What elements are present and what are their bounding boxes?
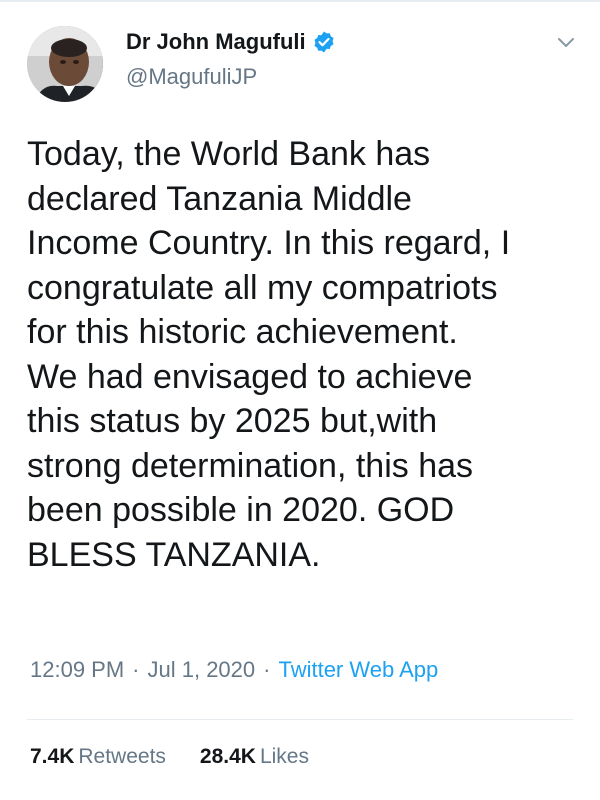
author-handle[interactable]: @MagufuliJP [126,64,336,90]
meta-separator: · [132,657,140,682]
meta-separator: · [263,657,271,682]
verified-badge-icon [312,30,336,54]
tweet-date[interactable]: Jul 1, 2020 [148,657,256,683]
likes-label: Likes [259,745,309,768]
likes-stat[interactable]: 28.4K Likes [200,745,309,769]
retweets-stat[interactable]: 7.4K Retweets [30,745,166,769]
author-name[interactable]: Dr John Magufuli [126,29,306,55]
tweet-source-link[interactable]: Twitter Web App [278,657,438,683]
retweets-count: 7.4K [30,745,75,768]
chevron-down-icon[interactable] [554,30,578,54]
tweet-text: Today, the World Bank has declared Tanza… [27,135,511,574]
tweet-stats: 7.4K Retweets 28.4K Likes [30,745,309,769]
divider [27,719,573,720]
author-block: Dr John Magufuli @MagufuliJP [126,26,336,90]
avatar-image [27,26,103,102]
likes-count: 28.4K [199,745,256,768]
top-border [0,0,600,2]
avatar[interactable] [27,26,103,102]
tweet-meta: 12:09 PM · Jul 1, 2020 · Twitter Web App [30,657,438,683]
tweet-time[interactable]: 12:09 PM [30,657,124,683]
retweets-label: Retweets [78,745,166,768]
name-row: Dr John Magufuli [126,26,336,58]
